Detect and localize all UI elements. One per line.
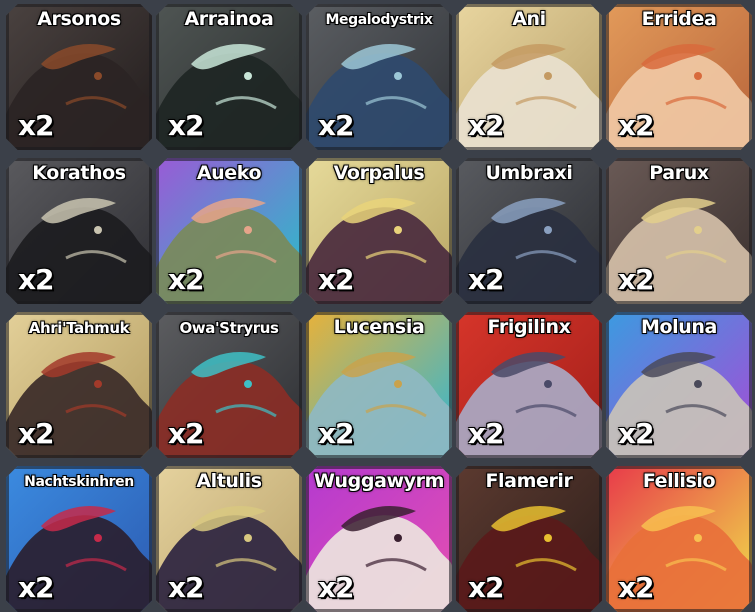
dragon-card[interactable]: Korathos x2 xyxy=(6,158,152,304)
dragon-card[interactable]: Lucensia x2 xyxy=(306,312,452,458)
dragon-count: x2 xyxy=(468,571,505,604)
dragon-count: x2 xyxy=(18,263,55,296)
dragon-count: x2 xyxy=(618,263,655,296)
dragon-card[interactable]: Umbraxi x2 xyxy=(456,158,602,304)
dragon-name: Megalodystrix xyxy=(325,12,433,28)
dragon-card[interactable]: Erridea x2 xyxy=(606,4,752,150)
dragon-count: x2 xyxy=(18,109,55,142)
dragon-count: x2 xyxy=(318,571,355,604)
dragon-inventory-grid: Arsonos x2 Arrainoa x2 Megalodystrix x2 Ani x2 E… xyxy=(6,4,754,612)
dragon-count: x2 xyxy=(318,109,355,142)
dragon-name: Owa'Stryrus xyxy=(179,319,279,337)
dragon-card[interactable]: Wuggawyrm x2 xyxy=(306,466,452,612)
dragon-count: x2 xyxy=(168,263,205,296)
dragon-name: Aueko xyxy=(196,162,262,184)
dragon-card[interactable]: Altulis x2 xyxy=(156,466,302,612)
dragon-card[interactable]: Arrainoa x2 xyxy=(156,4,302,150)
dragon-card[interactable]: Owa'Stryrus x2 xyxy=(156,312,302,458)
dragon-card[interactable]: Nachtskinhren x2 xyxy=(6,466,152,612)
dragon-card[interactable]: Vorpalus x2 xyxy=(306,158,452,304)
dragon-card[interactable]: Moluna x2 xyxy=(606,312,752,458)
dragon-name: Umbraxi xyxy=(485,162,573,184)
dragon-name: Lucensia xyxy=(333,316,425,338)
dragon-name: Arrainoa xyxy=(184,8,274,30)
dragon-count: x2 xyxy=(468,417,505,450)
dragon-name: Flamerir xyxy=(485,470,573,492)
dragon-name: Korathos xyxy=(32,162,126,184)
dragon-count: x2 xyxy=(168,109,205,142)
dragon-count: x2 xyxy=(18,571,55,604)
dragon-count: x2 xyxy=(618,571,655,604)
dragon-card[interactable]: Frigilinx x2 xyxy=(456,312,602,458)
dragon-count: x2 xyxy=(618,109,655,142)
dragon-name: Ahri'Tahmuk xyxy=(28,319,130,337)
dragon-count: x2 xyxy=(318,263,355,296)
dragon-card[interactable]: Aueko x2 xyxy=(156,158,302,304)
dragon-count: x2 xyxy=(168,417,205,450)
dragon-card[interactable]: Parux x2 xyxy=(606,158,752,304)
dragon-name: Altulis xyxy=(196,470,262,492)
dragon-card[interactable]: Ani x2 xyxy=(456,4,602,150)
dragon-name: Nachtskinhren xyxy=(24,474,134,490)
dragon-name: Fellisio xyxy=(642,470,716,492)
dragon-name: Arsonos xyxy=(37,8,121,30)
dragon-card[interactable]: Flamerir x2 xyxy=(456,466,602,612)
dragon-count: x2 xyxy=(618,417,655,450)
dragon-card[interactable]: Megalodystrix x2 xyxy=(306,4,452,150)
dragon-name: Frigilinx xyxy=(487,316,571,338)
dragon-card[interactable]: Arsonos x2 xyxy=(6,4,152,150)
dragon-count: x2 xyxy=(168,571,205,604)
dragon-name: Parux xyxy=(649,162,709,184)
dragon-name: Erridea xyxy=(641,8,717,30)
dragon-name: Ani xyxy=(512,8,546,30)
dragon-name: Vorpalus xyxy=(333,162,425,184)
dragon-name: Moluna xyxy=(641,316,717,338)
dragon-card[interactable]: Fellisio x2 xyxy=(606,466,752,612)
dragon-card[interactable]: Ahri'Tahmuk x2 xyxy=(6,312,152,458)
dragon-count: x2 xyxy=(468,263,505,296)
dragon-count: x2 xyxy=(318,417,355,450)
dragon-name: Wuggawyrm xyxy=(313,470,444,492)
dragon-count: x2 xyxy=(18,417,55,450)
dragon-count: x2 xyxy=(468,109,505,142)
